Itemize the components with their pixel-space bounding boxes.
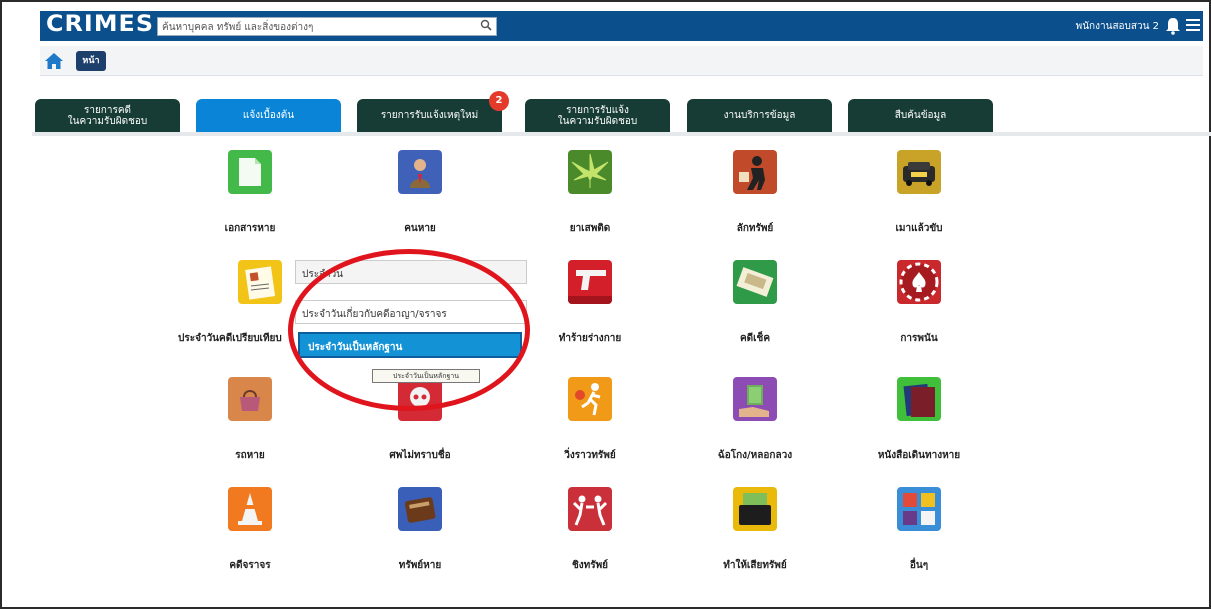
search-placeholder: ค้นหาบุคคล ทรัพย์ และสิ่งของต่างๆ bbox=[162, 22, 314, 33]
person-icon bbox=[398, 150, 442, 194]
grid-item-others[interactable]: อื่นๆ bbox=[849, 487, 989, 573]
grid-item-assault[interactable]: ทำร้ายร่างกาย bbox=[520, 260, 660, 346]
grid-item-missing-person[interactable]: คนหาย bbox=[350, 150, 490, 236]
tab-initial-report[interactable]: แจ้งเบื้องต้น bbox=[196, 99, 341, 132]
grid-label: รถหาย bbox=[235, 450, 265, 461]
grid-item-traffic-case[interactable]: คดีจราจร bbox=[180, 487, 320, 573]
grid-label: ชิงทรัพย์ bbox=[571, 560, 609, 571]
home-icon[interactable] bbox=[44, 52, 64, 70]
cash-wallet-icon bbox=[733, 487, 777, 531]
grid-item-lost-property[interactable]: ทรัพย์หาย bbox=[350, 487, 490, 573]
wallet-icon bbox=[398, 487, 442, 531]
grid-label: คดีเช็ค bbox=[739, 333, 771, 344]
tab-cases-responsibility[interactable]: รายการคดี ในความรับผิดชอบ bbox=[35, 99, 180, 132]
taxi-icon bbox=[897, 150, 941, 194]
others-icon bbox=[897, 487, 941, 531]
breadcrumb: หน้าแรก bbox=[40, 46, 1203, 86]
user-name[interactable]: พนักงานสอบสวน 2 bbox=[1076, 19, 1159, 34]
grid-label: ศพไม่ทราบชื่อ bbox=[389, 450, 451, 461]
grid-label: ลักทรัพย์ bbox=[736, 223, 774, 234]
grid-item-fraud[interactable]: ฉ้อโกง/หลอกลวง bbox=[685, 377, 825, 463]
tab-underline bbox=[32, 132, 1211, 136]
bell-icon[interactable] bbox=[1165, 17, 1181, 35]
top-bar: CRIMES ค้นหาบุคคล ทรัพย์ และสิ่งของต่างๆ… bbox=[40, 11, 1203, 41]
grid-item-property-damage[interactable]: ทำให้เสียทรัพย์ bbox=[685, 487, 825, 573]
grid-item-drugs[interactable]: ยาเสพติด bbox=[520, 150, 660, 236]
grid-label: เมาแล้วขับ bbox=[895, 223, 943, 234]
grid-label: ทำให้เสียทรัพย์ bbox=[723, 560, 787, 571]
grid-label: ยาเสพติด bbox=[569, 223, 611, 234]
tab-new-reports[interactable]: รายการรับแจ้งเหตุใหม่ 2 bbox=[357, 91, 509, 132]
grid-label: การพนัน bbox=[900, 333, 938, 344]
grid-item-lost-document[interactable]: เอกสารหาย bbox=[180, 150, 320, 236]
menu-item-evidence[interactable]: ประจำวันเป็นหลักฐาน bbox=[298, 332, 522, 358]
breadcrumb-button[interactable]: หน้าแรก bbox=[76, 51, 106, 86]
poker-chip-icon bbox=[897, 260, 941, 304]
cannabis-leaf-icon bbox=[568, 150, 612, 194]
grid-label: คนหาย bbox=[404, 223, 436, 234]
tooltip: ประจำวันเป็นหลักฐาน bbox=[372, 369, 480, 383]
cheque-icon bbox=[733, 260, 777, 304]
gun-icon bbox=[568, 260, 612, 304]
grid-label: วิ่งราวทรัพย์ bbox=[564, 450, 616, 461]
notification-badge: 2 bbox=[489, 91, 509, 111]
grid-item-drunk-driving[interactable]: เมาแล้วขับ bbox=[849, 150, 989, 236]
search-input[interactable]: ค้นหาบุคคล ทรัพย์ และสิ่งของต่างๆ bbox=[157, 17, 497, 36]
search-icon[interactable] bbox=[480, 19, 492, 33]
passport-icon bbox=[897, 377, 941, 421]
robbery-icon bbox=[568, 487, 612, 531]
grid-label: หนังสือเดินทางหาย bbox=[877, 450, 961, 461]
grid-item-cheque[interactable]: คดีเช็ค bbox=[685, 260, 825, 346]
menu-icon[interactable] bbox=[1186, 19, 1200, 33]
document-icon bbox=[228, 150, 272, 194]
tab-data-service[interactable]: งานบริการข้อมูล bbox=[687, 99, 832, 132]
grid-label: คดีจราจร bbox=[229, 560, 271, 571]
tab-reports-responsibility[interactable]: รายการรับแจ้ง ในความรับผิดชอบ bbox=[525, 99, 670, 132]
thief-icon bbox=[733, 150, 777, 194]
runner-icon bbox=[568, 377, 612, 421]
money-hand-icon bbox=[733, 377, 777, 421]
skull-icon bbox=[398, 377, 442, 421]
grid-label: อื่นๆ bbox=[909, 560, 929, 571]
grid-label: ทรัพย์หาย bbox=[398, 560, 442, 571]
grid-label: ฉ้อโกง/หลอกลวง bbox=[717, 450, 793, 461]
grid-item-unidentified-body[interactable]: ศพไม่ทราบชื่อ bbox=[350, 377, 490, 463]
grid-item-robbery[interactable]: ชิงทรัพย์ bbox=[520, 487, 660, 573]
tab-data-search[interactable]: สืบค้นข้อมูล bbox=[848, 99, 993, 132]
grid-item-gambling[interactable]: การพนัน bbox=[849, 260, 989, 346]
app-logo[interactable]: CRIMES bbox=[46, 12, 154, 37]
menu-item-criminal-traffic[interactable]: ประจำวันเกี่ยวกับคดีอาญา/จราจร bbox=[295, 300, 527, 324]
grid-label: เอกสารหาย bbox=[224, 223, 276, 234]
grid-item-theft[interactable]: ลักทรัพย์ bbox=[685, 150, 825, 236]
handbag-icon bbox=[228, 377, 272, 421]
grid-item-snatch-theft[interactable]: วิ่งราวทรัพย์ bbox=[520, 377, 660, 463]
grid-item-lost-vehicle[interactable]: รถหาย bbox=[180, 377, 320, 463]
daily-log-menu: ประจำวัน ประจำวันเกี่ยวกับคดีอาญา/จราจร … bbox=[295, 260, 527, 365]
tab-bar: รายการคดี ในความรับผิดชอบ แจ้งเบื้องต้น … bbox=[2, 91, 1211, 133]
app-frame: CRIMES ค้นหาบุคคล ทรัพย์ และสิ่งของต่างๆ… bbox=[0, 0, 1211, 609]
notebook-icon bbox=[238, 260, 282, 304]
grid-label: ทำร้ายร่างกาย bbox=[558, 333, 622, 344]
traffic-cone-icon bbox=[228, 487, 272, 531]
tab-new-reports-label: รายการรับแจ้งเหตุใหม่ bbox=[380, 110, 479, 121]
grid-item-lost-passport[interactable]: หนังสือเดินทางหาย bbox=[849, 377, 989, 463]
menu-header[interactable]: ประจำวัน bbox=[295, 260, 527, 284]
